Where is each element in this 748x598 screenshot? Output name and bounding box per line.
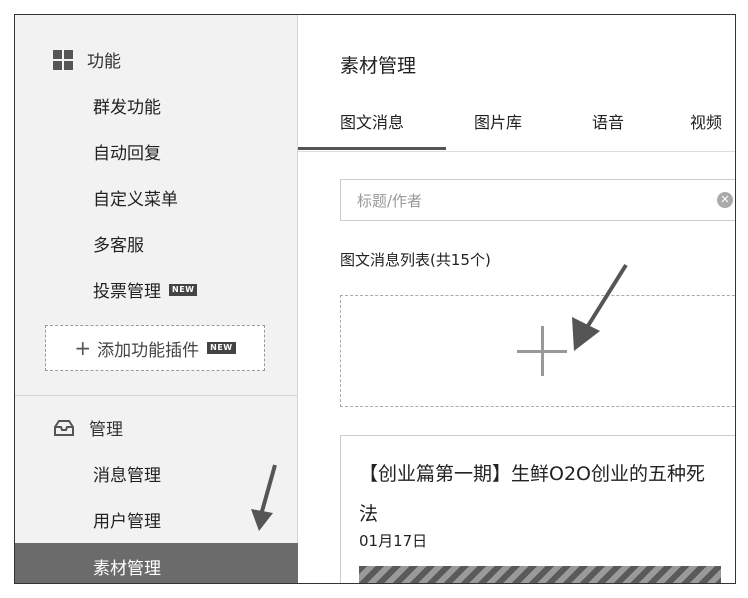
search-box: ✕ — [340, 179, 735, 221]
sidebar-item-label: 多客服 — [93, 236, 144, 256]
sidebar-item-vote[interactable]: 投票管理 NEW — [93, 277, 198, 302]
grid-icon — [53, 49, 73, 70]
sidebar-item-label: 用户管理 — [93, 512, 161, 532]
new-badge: NEW — [169, 283, 198, 296]
sidebar-item-label: 投票管理 — [93, 282, 161, 302]
article-date: 01月17日 — [359, 532, 428, 550]
section-label: 功能 — [87, 52, 121, 72]
app-window: 功能 群发功能 自动回复 自定义菜单 多客服 投票管理 NEW + 添加功能插件… — [14, 14, 736, 584]
section-header-manage: 管理 — [53, 415, 123, 440]
plus-icon — [517, 326, 567, 376]
tab-voice[interactable]: 语音 — [592, 109, 624, 133]
sidebar: 功能 群发功能 自动回复 自定义菜单 多客服 投票管理 NEW + 添加功能插件… — [15, 15, 298, 583]
section-label: 管理 — [89, 420, 123, 440]
new-badge: NEW — [207, 342, 236, 354]
clear-icon[interactable]: ✕ — [717, 192, 733, 208]
article-title[interactable]: 【创业篇第一期】生鲜O2O创业的五种死法 — [359, 454, 719, 534]
page-title: 素材管理 — [340, 55, 417, 77]
tab-news[interactable]: 图文消息 — [340, 109, 404, 133]
sidebar-item-label: 消息管理 — [93, 466, 161, 486]
add-plugin-button[interactable]: + 添加功能插件 NEW — [45, 325, 265, 371]
main-panel: 素材管理 图文消息 图片库 语音 视频 ✕ 图文消息列表(共15个) 【创业篇第… — [298, 15, 735, 583]
add-plugin-label: 添加功能插件 — [97, 340, 200, 361]
sidebar-item-customer-service[interactable]: 多客服 — [93, 231, 144, 256]
article-card[interactable]: 【创业篇第一期】生鲜O2O创业的五种死法 01月17日 — [340, 435, 735, 583]
plus-icon: + — [74, 336, 92, 360]
add-news-button[interactable] — [340, 295, 735, 407]
sidebar-divider — [15, 395, 298, 396]
list-title: 图文消息列表(共15个) — [340, 251, 491, 269]
sidebar-item-auto-reply[interactable]: 自动回复 — [93, 139, 161, 164]
sidebar-item-message-manage[interactable]: 消息管理 — [93, 461, 161, 486]
section-header-function: 功能 — [53, 47, 121, 72]
sidebar-item-label: 素材管理 — [93, 559, 161, 579]
sidebar-item-label: 自动回复 — [93, 144, 161, 164]
tab-bar: 图文消息 图片库 语音 视频 — [298, 95, 735, 152]
pointer-arrow-icon — [251, 464, 277, 531]
tab-image-library[interactable]: 图片库 — [474, 109, 522, 133]
sidebar-item-label: 自定义菜单 — [93, 190, 178, 210]
search-input[interactable] — [355, 190, 699, 212]
sidebar-item-custom-menu[interactable]: 自定义菜单 — [93, 185, 178, 210]
inbox-tray-icon — [54, 419, 74, 436]
sidebar-item-label: 群发功能 — [93, 98, 161, 118]
sidebar-item-material-manage[interactable]: 素材管理 — [15, 543, 298, 583]
article-cover-image — [359, 566, 721, 583]
sidebar-item-mass-send[interactable]: 群发功能 — [93, 93, 161, 118]
active-tab-indicator — [298, 147, 446, 150]
sidebar-item-user-manage[interactable]: 用户管理 — [93, 507, 161, 532]
tab-video[interactable]: 视频 — [690, 109, 722, 133]
